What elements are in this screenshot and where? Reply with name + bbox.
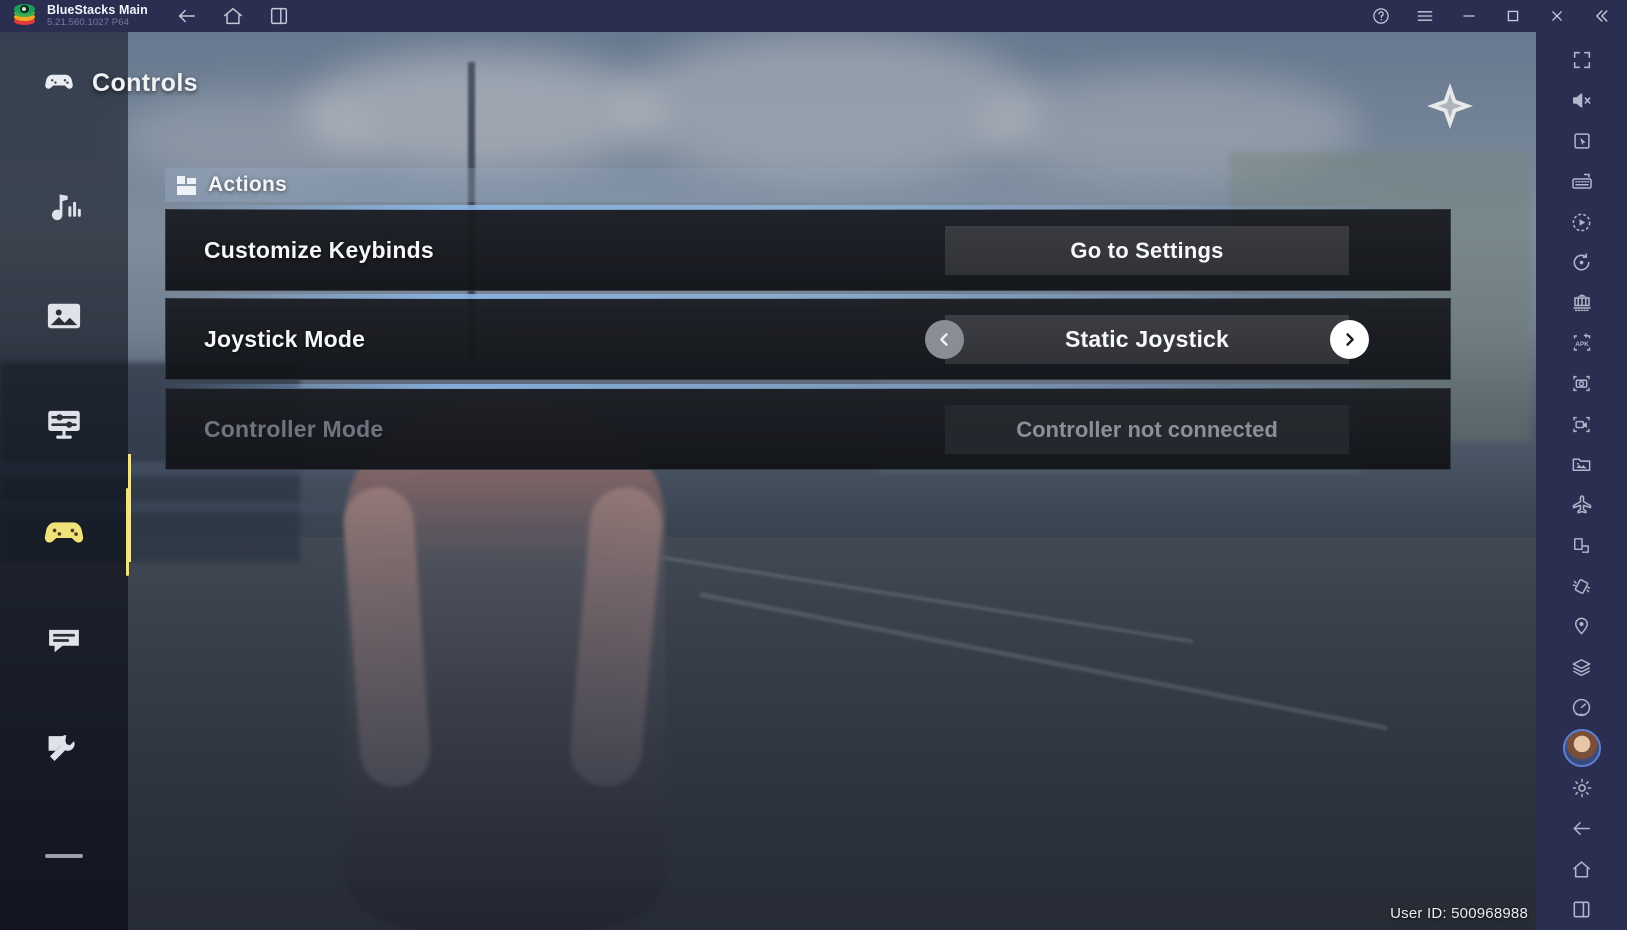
previous-option-button[interactable] xyxy=(925,320,964,359)
collapse-icon[interactable] xyxy=(1579,0,1623,32)
media-folder-icon[interactable] xyxy=(1536,445,1627,485)
back-icon[interactable] xyxy=(176,5,198,27)
back-arrow-icon[interactable] xyxy=(1536,809,1627,849)
play-circle-icon[interactable] xyxy=(1536,202,1627,242)
joystick-mode-value: Static Joystick xyxy=(1064,326,1230,352)
window-controls xyxy=(1359,0,1627,32)
row-label: Joystick Mode xyxy=(204,325,366,352)
maximize-icon[interactable] xyxy=(1491,0,1535,32)
row-customize-keybinds: Customize Keybinds Go to Settings xyxy=(165,205,1452,291)
panel-header: Controls xyxy=(42,64,198,103)
titlebar-nav-group xyxy=(176,5,290,27)
avatar[interactable] xyxy=(1536,728,1627,768)
next-option-button[interactable] xyxy=(1330,320,1369,359)
row-joystick-mode: Joystick Mode Static Joystick xyxy=(165,294,1452,380)
fullscreen-icon[interactable] xyxy=(1536,40,1627,80)
home-icon[interactable] xyxy=(1536,849,1627,889)
row-label: Controller Mode xyxy=(204,415,384,442)
recents-icon[interactable] xyxy=(1536,890,1627,930)
speaker-mute-icon[interactable] xyxy=(1536,80,1627,120)
rotate-icon[interactable] xyxy=(1536,242,1627,282)
gear-icon[interactable] xyxy=(1536,768,1627,808)
video-record-icon[interactable] xyxy=(1536,404,1627,444)
keyboard-icon[interactable] xyxy=(1536,161,1627,201)
go-to-settings-button[interactable]: Go to Settings xyxy=(945,226,1349,275)
controller-status-label: Controller not connected xyxy=(1016,416,1278,442)
tilt-icon[interactable] xyxy=(1536,525,1627,565)
shake-icon[interactable] xyxy=(1536,566,1627,606)
app-version: 5.21.560.1027 P64 xyxy=(47,17,129,29)
page-title: Controls xyxy=(92,69,198,97)
row-top-sheen xyxy=(166,384,1452,389)
controls-panel: Controls Actions Customize Keybinds Go t… xyxy=(0,32,1536,930)
go-to-settings-label: Go to Settings xyxy=(1070,237,1224,263)
row-controller-mode: Controller Mode Controller not connected xyxy=(165,384,1452,470)
bluestacks-logo xyxy=(12,3,38,29)
section-title: Actions xyxy=(208,173,288,196)
camera-icon[interactable] xyxy=(1536,364,1627,404)
multi-instance-icon[interactable] xyxy=(1536,283,1627,323)
controller-status-button: Controller not connected xyxy=(945,405,1349,454)
joystick-mode-stepper: Static Joystick xyxy=(925,315,1369,364)
apk-plus-icon[interactable]: APK xyxy=(1536,323,1627,363)
menu-icon[interactable] xyxy=(1403,0,1447,32)
row-top-sheen xyxy=(166,294,1452,299)
blocks-icon xyxy=(177,175,196,195)
avatar-image xyxy=(1562,728,1601,767)
minimize-icon[interactable] xyxy=(1447,0,1491,32)
star-close-icon[interactable] xyxy=(1424,80,1476,132)
airplane-icon[interactable] xyxy=(1536,485,1627,525)
user-id-label: User ID: 500968988 xyxy=(1390,905,1528,922)
svg-text:APK: APK xyxy=(1575,341,1589,348)
close-icon[interactable] xyxy=(1535,0,1579,32)
layers-icon[interactable] xyxy=(1536,647,1627,687)
row-top-sheen xyxy=(166,205,1452,210)
multi-window-icon[interactable] xyxy=(268,5,290,27)
section-header-actions: Actions xyxy=(165,168,1451,202)
cursor-icon[interactable] xyxy=(1536,121,1627,161)
app-title: BlueStacks Main xyxy=(47,2,148,17)
gauge-icon[interactable] xyxy=(1536,687,1627,727)
row-label: Customize Keybinds xyxy=(204,236,434,263)
location-pin-icon[interactable] xyxy=(1536,606,1627,646)
home-icon[interactable] xyxy=(222,5,244,27)
bluestacks-sidebar: APK xyxy=(1536,32,1627,930)
gamepad-icon xyxy=(42,64,76,103)
titlebar: BlueStacks Main 5.21.560.1027 P64 xyxy=(0,0,1627,32)
title-text-group: BlueStacks Main 5.21.560.1027 P64 xyxy=(47,2,148,29)
help-icon[interactable] xyxy=(1359,0,1403,32)
